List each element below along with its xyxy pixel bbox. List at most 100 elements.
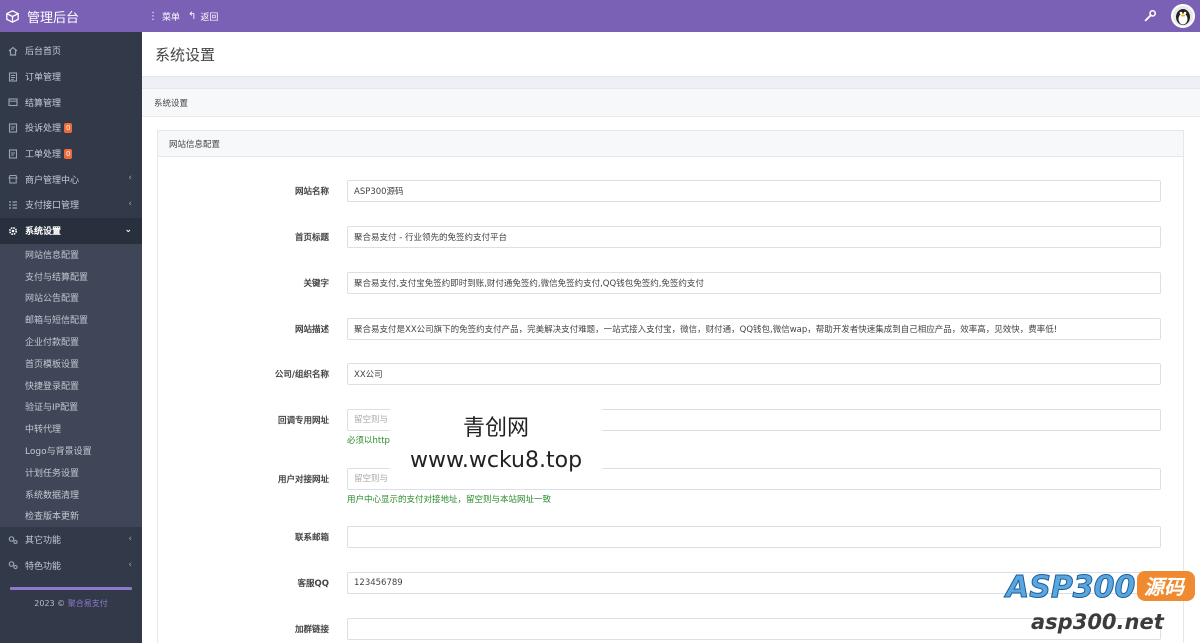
submenu-item-cron-tasks[interactable]: 计划任务设置	[0, 461, 142, 483]
brand-title: 管理后台	[27, 10, 80, 26]
watermark-line1: 青创网	[462, 416, 529, 441]
keywords-label: 关键字	[303, 279, 329, 289]
sidebar-item-label: 工单处理	[25, 150, 62, 161]
menu-label: 菜单	[162, 12, 181, 23]
page-header: 系统设置	[142, 32, 1200, 77]
ticket-count-badge: 0	[64, 148, 73, 159]
submenu-item-home-template[interactable]: 首页模板设置	[0, 352, 142, 374]
reply-icon: ↰	[188, 10, 197, 22]
sidebar-item-home[interactable]: 后台首页	[0, 38, 142, 64]
back-label: 返回	[200, 12, 219, 23]
svg-text:源码: 源码	[1144, 575, 1186, 599]
submenu-item-data-cleanup[interactable]: 系统数据清理	[0, 483, 142, 505]
wrench-icon[interactable]	[1143, 9, 1157, 23]
chevron-left-icon: ‹	[128, 559, 132, 570]
sidebar-item-tickets[interactable]: 工单处理 0	[0, 141, 142, 167]
settings-panel: 系统设置 网站信息配置 网站名称 首页标题 关键字 网站描述 公司/组织名称 回…	[142, 88, 1200, 643]
home-icon	[8, 46, 18, 56]
submenu-item-logo-background[interactable]: Logo与背景设置	[0, 440, 142, 462]
sidebar-item-payment-api[interactable]: 支付接口管理 ‹	[0, 192, 142, 218]
callback-url-label: 回调专用网址	[277, 416, 329, 426]
sidebar-item-complaints[interactable]: 投诉处理 0	[0, 115, 142, 141]
watermark-line2: www.wcku8.top	[409, 448, 583, 473]
home-title-label: 首页标题	[294, 233, 329, 243]
ticket-icon	[8, 149, 18, 159]
submenu-item-check-update[interactable]: 检查版本更新	[0, 505, 142, 527]
list-icon	[8, 71, 18, 82]
sidebar-item-label: 投诉处理	[25, 124, 62, 135]
cube-icon	[6, 9, 19, 23]
brand[interactable]: 管理后台	[0, 0, 142, 32]
section-title: 网站信息配置	[158, 131, 1183, 157]
sidebar-item-label: 特色功能	[25, 561, 62, 572]
top-navbar: 管理后台 ⋮ 菜单 ↰ 返回	[0, 0, 1200, 32]
footer-divider	[10, 587, 132, 590]
site-name-input[interactable]	[347, 180, 1161, 202]
sidebar-item-featured-functions[interactable]: 特色功能 ‹	[0, 553, 142, 579]
submenu-item-enterprise-payment[interactable]: 企业付款配置	[0, 331, 142, 353]
footer-link[interactable]: 聚合易支付	[68, 599, 108, 608]
submenu-item-quick-login[interactable]: 快捷登录配置	[0, 374, 142, 396]
sidebar-item-label: 商户管理中心	[25, 175, 80, 186]
wallet-icon	[8, 97, 18, 107]
group-link-label: 加群链接	[294, 625, 329, 635]
company-input[interactable]	[347, 363, 1161, 385]
sidebar-footer: 2023 © 聚合易支付	[0, 587, 142, 609]
company-label: 公司/组织名称	[274, 370, 329, 380]
sidebar-item-label: 后台首页	[25, 47, 62, 58]
submenu-item-payment-settlement[interactable]: 支付与结算配置	[0, 265, 142, 287]
asp300-logo-watermark: ASP300 源码 asp300.net	[1004, 570, 1195, 634]
chevron-left-icon: ‹	[128, 173, 132, 184]
qq-label: 客服QQ	[297, 579, 329, 589]
watermark-overlay: 青创网 www.wcku8.top	[390, 400, 602, 482]
copyright-year: 2023 ©	[34, 599, 66, 608]
menu-dots-icon: ⋮	[148, 10, 158, 22]
email-label: 联系邮箱	[294, 533, 329, 543]
home-title-input[interactable]	[347, 226, 1161, 248]
callback-url-help: 必须以http	[347, 436, 390, 446]
chevron-left-icon: ‹	[128, 533, 132, 544]
back-button[interactable]: ↰ 返回	[188, 0, 218, 32]
submenu-item-verify-ip[interactable]: 验证与IP配置	[0, 396, 142, 418]
penguin-avatar-icon	[1176, 9, 1190, 25]
gear-icon	[8, 226, 18, 236]
sidebar-item-merchant-center[interactable]: 商户管理中心 ‹	[0, 166, 142, 192]
sidebar-item-system-settings[interactable]: 系统设置 ⌄	[0, 217, 142, 244]
sidebar-item-settlement[interactable]: 结算管理	[0, 89, 142, 115]
description-input[interactable]	[347, 318, 1161, 340]
page-title: 系统设置	[155, 45, 216, 64]
sidebar: 后台首页 订单管理 结算管理 投诉处理 0 工单处理 0 商户管理中心 ‹ 支付…	[0, 32, 142, 643]
sidebar-item-other-functions[interactable]: 其它功能 ‹	[0, 527, 142, 553]
gears-icon	[8, 535, 18, 545]
chevron-down-icon: ⌄	[124, 224, 132, 235]
user-avatar[interactable]	[1171, 4, 1195, 28]
submenu-item-proxy[interactable]: 中转代理	[0, 418, 142, 440]
complaint-icon	[8, 123, 18, 133]
grid-icon	[8, 200, 18, 210]
panel-title: 系统设置	[142, 89, 1200, 117]
copyright-text: 2023 © 聚合易支付	[0, 598, 142, 609]
chevron-left-icon: ‹	[128, 199, 132, 210]
sidebar-item-label: 订单管理	[25, 73, 62, 84]
description-label: 网站描述	[294, 325, 329, 335]
user-api-url-label: 用户对接网址	[277, 475, 329, 485]
complaint-count-badge: 0	[64, 122, 73, 133]
svg-text:ASP300: ASP300	[1004, 570, 1135, 605]
submenu-item-site-info[interactable]: 网站信息配置	[0, 244, 142, 266]
site-name-label: 网站名称	[294, 187, 329, 197]
merchant-icon	[8, 174, 18, 184]
sidebar-item-label: 支付接口管理	[25, 201, 80, 212]
menu-toggle-button[interactable]: ⋮ 菜单	[148, 0, 180, 32]
keywords-input[interactable]	[347, 272, 1161, 294]
sidebar-item-orders[interactable]: 订单管理	[0, 64, 142, 90]
user-api-url-help: 用户中心显示的支付对接地址，留空则与本站网址一致	[347, 495, 552, 505]
gears-icon	[8, 560, 18, 570]
sidebar-item-label: 系统设置	[25, 227, 62, 238]
email-input[interactable]	[347, 526, 1161, 548]
submenu-item-email-sms[interactable]: 邮箱与短信配置	[0, 309, 142, 331]
system-settings-submenu: 网站信息配置 支付与结算配置 网站公告配置 邮箱与短信配置 企业付款配置 首页模…	[0, 243, 142, 527]
svg-text:asp300.net: asp300.net	[1031, 610, 1165, 634]
sidebar-item-label: 其它功能	[25, 536, 62, 547]
submenu-item-announcement[interactable]: 网站公告配置	[0, 287, 142, 309]
sidebar-item-label: 结算管理	[25, 98, 62, 109]
